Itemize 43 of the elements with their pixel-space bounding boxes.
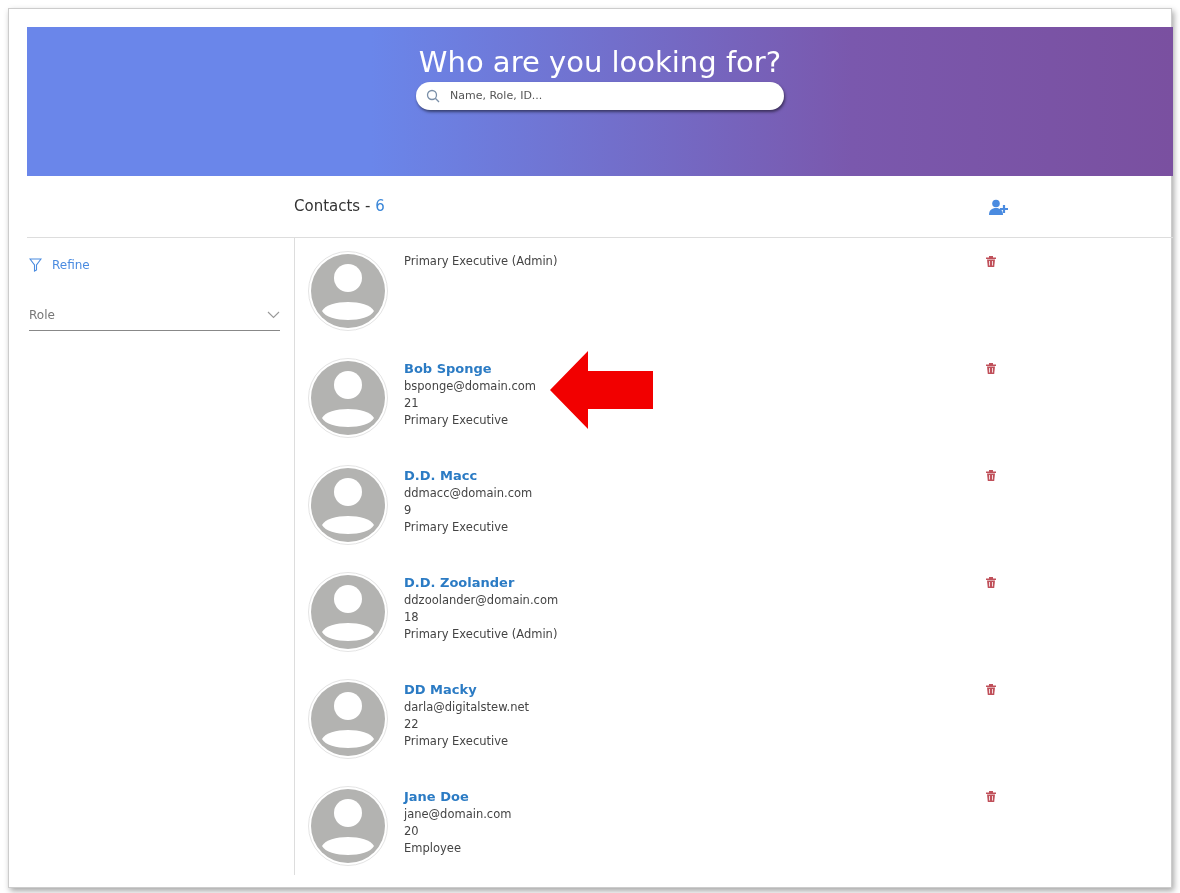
avatar-icon — [308, 465, 388, 545]
delete-icon[interactable] — [986, 363, 996, 374]
filter-icon — [29, 258, 42, 272]
contact-role: Employee — [404, 840, 462, 857]
chevron-down-icon — [267, 311, 280, 319]
role-select[interactable]: Role — [29, 306, 267, 324]
contact-name-link[interactable]: Bob Sponge — [404, 361, 492, 376]
avatar-icon — [308, 572, 388, 652]
delete-icon[interactable] — [986, 684, 996, 695]
contact-email: bsponge@domain.com — [404, 378, 538, 395]
contact-role: Primary Executive — [404, 412, 510, 429]
search-icon — [426, 88, 440, 103]
search-field[interactable]: Name, Role, ID... — [448, 86, 774, 106]
contact-role: Primary Executive (Admin) — [404, 626, 559, 643]
search-bar[interactable]: Name, Role, ID... — [416, 81, 784, 110]
contact-name-link[interactable]: D.D. Macc — [404, 468, 478, 483]
contact-role: Primary Executive — [404, 733, 510, 750]
contact-name-link[interactable]: D.D. Zoolander — [404, 575, 515, 590]
contact-name-link[interactable]: DD Macky — [404, 682, 477, 697]
avatar-icon — [308, 786, 388, 866]
refine-button[interactable]: Refine — [29, 256, 90, 274]
contact-role: Primary Executive — [404, 519, 510, 536]
contact-number: 9 — [404, 502, 413, 519]
contact-email: jane@domain.com — [404, 806, 513, 823]
contact-name-link[interactable]: Jane Doe — [404, 789, 469, 804]
delete-icon[interactable] — [986, 470, 996, 481]
contact-role: Primary Executive (Admin) — [404, 253, 559, 270]
contacts-heading: Contacts - 6 — [294, 197, 385, 216]
delete-icon[interactable] — [986, 791, 996, 802]
avatar-icon — [308, 251, 388, 331]
contact-email: darla@digitalstew.net — [404, 699, 530, 716]
avatar-icon — [308, 679, 388, 759]
delete-icon[interactable] — [986, 577, 996, 588]
contact-number: 18 — [404, 609, 420, 626]
contact-email: ddzoolander@domain.com — [404, 592, 560, 609]
contact-email: ddmacc@domain.com — [404, 485, 534, 502]
delete-icon[interactable] — [986, 256, 996, 267]
contact-number: 20 — [404, 823, 420, 840]
avatar-icon — [308, 358, 388, 438]
contact-number: 21 — [404, 395, 420, 412]
role-dropdown[interactable]: Role — [29, 306, 280, 331]
contact-number: 22 — [404, 716, 420, 733]
banner-title: Who are you looking for? — [418, 45, 782, 80]
